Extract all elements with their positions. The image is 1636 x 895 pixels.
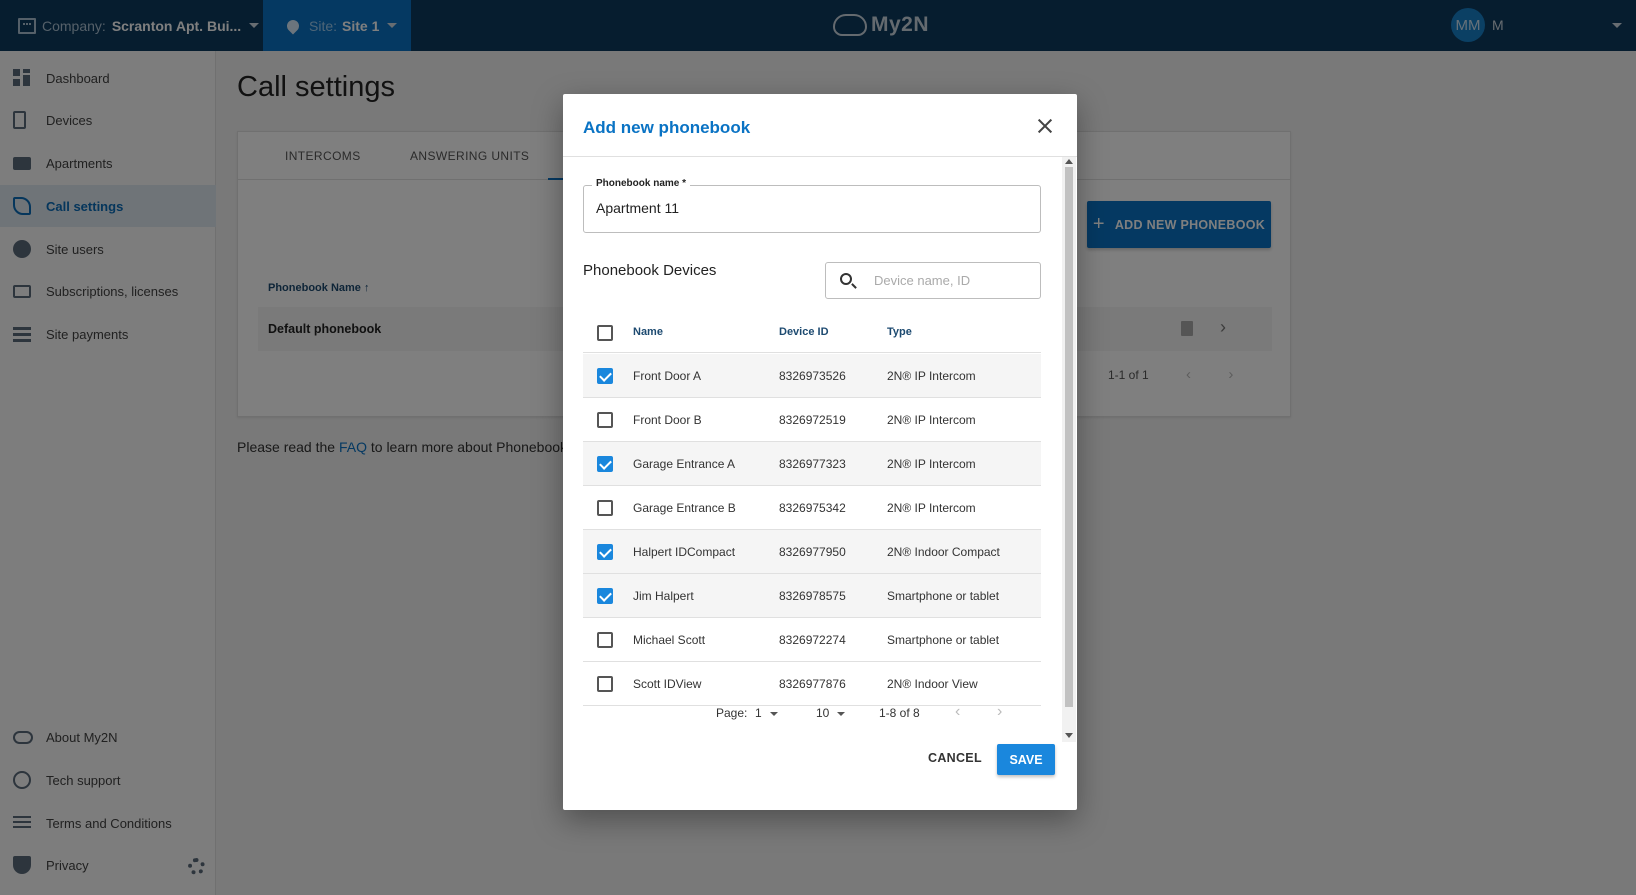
- row-checkbox[interactable]: [597, 368, 613, 384]
- column-header-name[interactable]: Name: [633, 326, 663, 338]
- column-header-device-id[interactable]: Device ID: [779, 326, 829, 338]
- device-name: Scott IDView: [633, 677, 702, 691]
- page-select[interactable]: 1: [755, 706, 778, 720]
- cancel-button[interactable]: CANCEL: [928, 751, 982, 765]
- rows-per-page-select[interactable]: 10: [816, 706, 846, 720]
- select-all-checkbox[interactable]: [597, 325, 613, 341]
- device-id: 8326977876: [779, 677, 846, 691]
- device-id: 8326972519: [779, 413, 846, 427]
- table-row[interactable]: Halpert IDCompact 8326977950 2N® Indoor …: [583, 530, 1041, 574]
- phonebook-devices-title: Phonebook Devices: [583, 262, 717, 279]
- chevron-down-icon: [769, 711, 778, 716]
- scroll-up-arrow-icon[interactable]: [1065, 159, 1073, 164]
- close-icon[interactable]: [1036, 117, 1054, 135]
- phonebook-name-field[interactable]: Phonebook name *: [583, 178, 1041, 233]
- divider: [563, 156, 1077, 157]
- device-type: Smartphone or tablet: [887, 633, 1000, 647]
- column-header-type[interactable]: Type: [887, 326, 912, 338]
- device-name: Front Door B: [633, 413, 702, 427]
- devices-pagination: Page: 1 10 1-8 of 8 ‹ ›: [563, 703, 1077, 726]
- row-checkbox[interactable]: [597, 588, 613, 604]
- pagination-range: 1-8 of 8: [879, 706, 920, 720]
- device-type: 2N® Indoor View: [887, 677, 978, 691]
- device-type: 2N® IP Intercom: [887, 501, 976, 515]
- device-type: Smartphone or tablet: [887, 589, 1000, 603]
- device-id: 8326978575: [779, 589, 846, 603]
- device-id: 8326977323: [779, 457, 846, 471]
- device-type: 2N® Indoor Compact: [887, 545, 1000, 559]
- device-name: Garage Entrance B: [633, 501, 736, 515]
- chevron-left-icon[interactable]: ‹: [955, 703, 960, 721]
- table-row[interactable]: Jim Halpert 8326978575 Smartphone or tab…: [583, 574, 1041, 618]
- dialog-title: Add new phonebook: [583, 118, 751, 137]
- chevron-down-icon: [837, 711, 846, 716]
- save-button[interactable]: SAVE: [997, 744, 1055, 775]
- chevron-right-icon[interactable]: ›: [997, 703, 1002, 721]
- row-checkbox[interactable]: [597, 500, 613, 516]
- device-id: 8326973526: [779, 369, 846, 383]
- row-checkbox[interactable]: [597, 456, 613, 472]
- rows-per-page-value: 10: [816, 706, 830, 720]
- device-name: Front Door A: [633, 369, 702, 383]
- scroll-down-arrow-icon[interactable]: [1065, 733, 1073, 738]
- device-id: 8326977950: [779, 545, 846, 559]
- add-phonebook-dialog: Add new phonebook Phonebook name * Phone…: [563, 94, 1077, 810]
- search-icon: [840, 273, 852, 285]
- device-type: 2N® IP Intercom: [887, 413, 976, 427]
- dialog-scrollbar[interactable]: [1062, 157, 1076, 742]
- table-row[interactable]: Front Door A 8326973526 2N® IP Intercom: [583, 354, 1041, 398]
- device-name: Halpert IDCompact: [633, 545, 736, 559]
- scrollbar-thumb[interactable]: [1065, 167, 1073, 707]
- device-search[interactable]: [825, 262, 1041, 299]
- device-id: 8326972274: [779, 633, 846, 647]
- device-name: Jim Halpert: [633, 589, 694, 603]
- row-checkbox[interactable]: [597, 632, 613, 648]
- page-value: 1: [755, 706, 762, 720]
- table-row[interactable]: Front Door B 8326972519 2N® IP Intercom: [583, 398, 1041, 442]
- table-row[interactable]: Garage Entrance A 8326977323 2N® IP Inte…: [583, 442, 1041, 486]
- table-row[interactable]: Michael Scott 8326972274 Smartphone or t…: [583, 618, 1041, 662]
- page-label: Page:: [716, 706, 748, 720]
- phonebook-name-label: Phonebook name *: [592, 178, 691, 189]
- device-type: 2N® IP Intercom: [887, 457, 976, 471]
- table-row[interactable]: Garage Entrance B 8326975342 2N® IP Inte…: [583, 486, 1041, 530]
- device-id: 8326975342: [779, 501, 846, 515]
- device-type: 2N® IP Intercom: [887, 369, 976, 383]
- row-checkbox[interactable]: [597, 412, 613, 428]
- devices-table-header: Name Device ID Type: [583, 311, 1041, 353]
- row-checkbox[interactable]: [597, 676, 613, 692]
- device-name: Michael Scott: [633, 633, 706, 647]
- device-name: Garage Entrance A: [633, 457, 736, 471]
- row-checkbox[interactable]: [597, 544, 613, 560]
- device-search-input[interactable]: [874, 273, 1024, 288]
- phonebook-name-input[interactable]: [596, 200, 1026, 216]
- table-row[interactable]: Scott IDView 8326977876 2N® Indoor View: [583, 662, 1041, 706]
